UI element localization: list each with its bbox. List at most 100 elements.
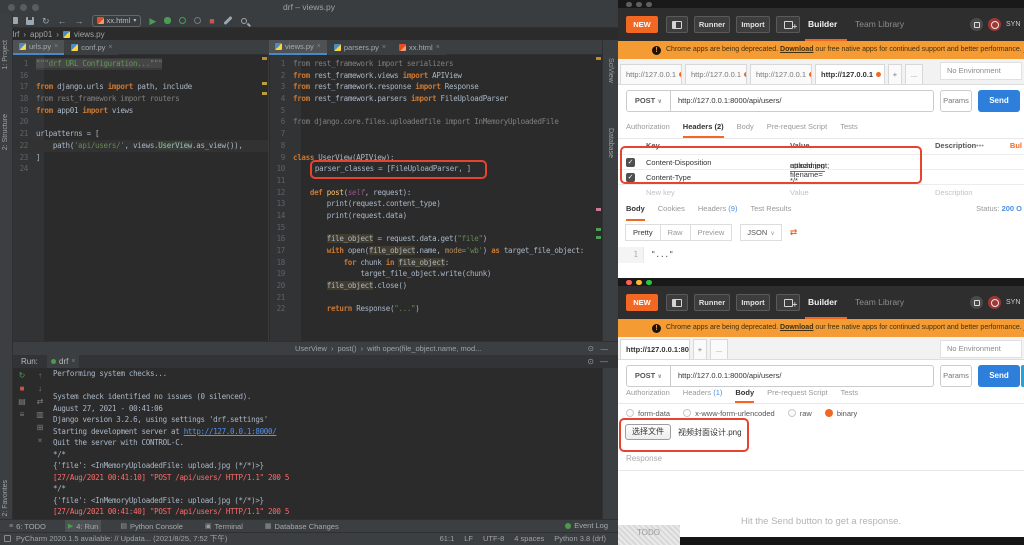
checkbox[interactable]: ✓ — [626, 173, 635, 182]
run-tab-drf[interactable]: drf × — [47, 355, 79, 368]
download-link[interactable]: Download — [780, 46, 813, 53]
close-icon[interactable]: × — [317, 43, 321, 50]
close-window-icon[interactable] — [626, 2, 632, 8]
toolwindow-4-run[interactable]: ▶4: Run — [65, 520, 102, 533]
body-mode-form-data[interactable]: form-data — [626, 409, 670, 418]
editor-breadcrumb[interactable]: UserView›post()›with open(file_object.na… — [295, 342, 481, 356]
search-icon[interactable] — [241, 18, 247, 24]
url-input[interactable]: http://127.0.0.1:8000/api/users/ — [671, 366, 933, 386]
editor-tab-views-py[interactable]: views.py× — [269, 40, 327, 55]
breadcrumb[interactable]: drf›app01›views.py — [0, 29, 618, 40]
layout-toggle-button[interactable] — [666, 294, 688, 311]
view-pretty[interactable]: Pretty — [625, 224, 661, 241]
body-mode-x-www-form-urlencoded[interactable]: x-www-form-urlencoded — [683, 409, 775, 418]
tab-tests[interactable]: Tests — [840, 117, 858, 138]
tab-cookies[interactable]: Cookies — [658, 199, 685, 221]
request-tab[interactable]: http://127.0.0.1 — [620, 64, 682, 84]
zoom-window-icon[interactable] — [32, 4, 39, 11]
import-button[interactable]: Import — [736, 16, 770, 33]
view-raw[interactable]: Raw — [660, 224, 691, 241]
sync-icon[interactable]: ↻ — [42, 16, 50, 26]
environment-selector[interactable]: No Environment — [940, 62, 1022, 80]
toolwindow-terminal[interactable]: ▣Terminal — [202, 520, 246, 533]
method-selector[interactable]: POST∨ — [627, 91, 671, 111]
close-icon[interactable]: × — [382, 44, 386, 51]
gear-icon[interactable]: ⊙ — [588, 342, 594, 356]
tab-body[interactable]: Body — [735, 384, 754, 403]
run-toolbar-left[interactable]: ↻■▤≡ — [15, 371, 29, 419]
request-tab[interactable]: http://127.0.0.1:800 — [620, 339, 690, 359]
gear-icon[interactable]: ⊙ — [587, 355, 594, 368]
editor-tab-conf-py[interactable]: conf.py× — [65, 40, 118, 55]
tab-headers[interactable]: Headers (2) — [683, 117, 724, 138]
editor-breadcrumb-item[interactable]: UserView — [295, 342, 327, 356]
more-options-icon[interactable]: ••• — [976, 141, 984, 150]
tab-team-library[interactable]: Team Library — [855, 297, 904, 307]
capture-icon[interactable] — [970, 18, 983, 31]
run-tool-icon[interactable]: ⊞ — [37, 423, 44, 432]
import-button[interactable]: Import — [736, 294, 770, 311]
coverage-icon[interactable] — [179, 17, 186, 24]
request-tab[interactable]: http://127.0.0.1 — [685, 64, 747, 84]
tab-pre-request-script[interactable]: Pre-request Script — [767, 117, 827, 138]
minimize-window-icon[interactable] — [20, 4, 27, 11]
run-tool-icon[interactable]: ⇄ — [37, 397, 44, 406]
minimize-panel-icon[interactable]: — — [601, 342, 609, 356]
layout-toggle-button[interactable] — [666, 16, 688, 33]
tab-authorization[interactable]: Authorization — [626, 384, 670, 403]
view-preview[interactable]: Preview — [690, 224, 733, 241]
status-item[interactable]: LF — [464, 533, 473, 545]
breadcrumb-item[interactable]: app01 — [30, 29, 52, 40]
tab-test-results[interactable]: Test Results — [750, 199, 791, 221]
tab-pre-request-script[interactable]: Pre-request Script — [767, 384, 827, 403]
new-button[interactable]: NEW — [626, 16, 658, 33]
new-tab-button[interactable]: + — [693, 339, 707, 359]
request-tab[interactable]: http://127.0.0.1 — [750, 64, 812, 84]
tab-builder[interactable]: Builder — [808, 19, 837, 29]
minimize-window-icon[interactable] — [636, 280, 642, 286]
tab-headers[interactable]: Headers (1) — [683, 384, 723, 403]
runner-button[interactable]: Runner — [694, 16, 730, 33]
new-tab-button[interactable]: + — [888, 64, 902, 84]
zoom-window-icon[interactable] — [646, 280, 652, 286]
sidebar-item-0[interactable]: 1: Project — [2, 40, 9, 70]
header-key[interactable]: Content-Disposition — [646, 158, 711, 167]
editor-views-py[interactable]: 1from rest_framework import serializers2… — [270, 55, 602, 341]
tab-body[interactable]: Body — [626, 199, 645, 221]
editor-breadcrumb-item[interactable]: post() — [337, 342, 356, 356]
close-window-icon[interactable] — [626, 280, 632, 286]
tab-authorization[interactable]: Authorization — [626, 117, 670, 138]
run-console[interactable]: Performing system checks...System check … — [53, 368, 602, 518]
send-button[interactable]: Send — [978, 90, 1020, 112]
sync-status-icon[interactable] — [988, 296, 1001, 309]
format-selector[interactable]: JSON∨ — [740, 224, 781, 241]
tab-tests[interactable]: Tests — [841, 384, 859, 403]
tab-overflow-button[interactable]: ... — [710, 339, 728, 359]
editor-breadcrumb-item[interactable]: with open(file_object.name, mod... — [367, 342, 481, 356]
close-icon[interactable]: × — [108, 44, 112, 51]
run-tool-icon[interactable]: ≡ — [20, 410, 25, 419]
header-row-ghost[interactable]: New keyValueDescription — [618, 184, 1024, 199]
toolwindow-python-console[interactable]: ▤Python Console — [117, 520, 186, 533]
minimize-panel-icon[interactable]: — — [600, 355, 608, 368]
run-icon[interactable]: ▶ — [149, 16, 156, 26]
url-input[interactable]: http://127.0.0.1:8000/api/users/ — [671, 91, 933, 111]
status-item[interactable]: UTF-8 — [483, 533, 504, 545]
choose-file-button[interactable]: 选择文件 — [625, 424, 671, 440]
body-mode-raw[interactable]: raw — [788, 409, 812, 418]
checkbox[interactable]: ✓ — [626, 158, 635, 167]
run-tool-icon[interactable]: ↻ — [19, 371, 26, 380]
method-selector[interactable]: POST∨ — [627, 366, 671, 386]
right-tool-strip[interactable]: SciViewDatabase — [602, 40, 618, 519]
tab-builder[interactable]: Builder — [808, 297, 837, 307]
tool-strip-item-1[interactable]: Database — [607, 128, 614, 158]
wrench-icon[interactable] — [223, 16, 232, 25]
tab-headers[interactable]: Headers (9) — [698, 199, 738, 221]
run-tool-icon[interactable]: ■ — [20, 384, 25, 393]
close-icon[interactable]: × — [436, 44, 440, 51]
sync-status-icon[interactable] — [988, 18, 1001, 31]
run-config-selector[interactable]: xx.html ▾ — [92, 15, 142, 27]
runner-button[interactable]: Runner — [694, 294, 730, 311]
close-icon[interactable]: × — [71, 355, 75, 368]
back-icon[interactable]: ← — [58, 16, 67, 26]
